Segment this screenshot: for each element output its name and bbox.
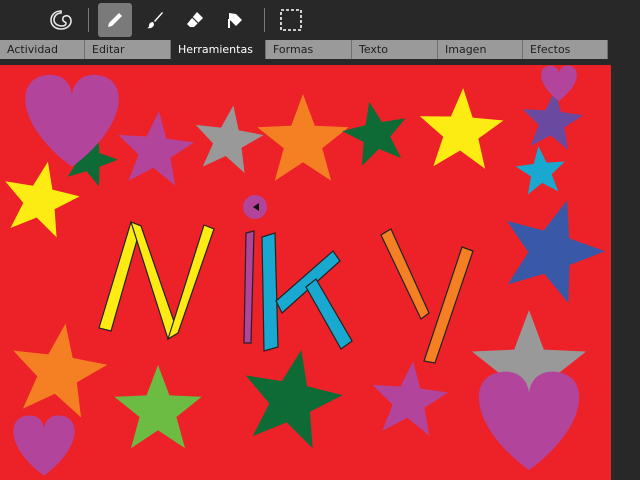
- select-tool-button[interactable]: [274, 3, 308, 37]
- toolbar: [0, 0, 640, 40]
- canvas-area: [0, 59, 640, 480]
- select-icon: [280, 9, 302, 31]
- heart-shape: [541, 65, 577, 101]
- star-shape: [257, 94, 349, 181]
- toolbar-separator: [88, 8, 89, 32]
- brush-tool-button[interactable]: [138, 3, 172, 37]
- letter-n-stroke: [130, 220, 179, 340]
- brush-icon: [147, 12, 163, 29]
- star-shape: [13, 323, 108, 418]
- tab-texto[interactable]: Texto: [352, 40, 438, 59]
- letter-i-stroke: [243, 230, 255, 344]
- star-shape: [342, 101, 406, 166]
- heart-shape: [25, 74, 119, 167]
- star-shape: [419, 88, 504, 169]
- activity-icon: [50, 10, 72, 30]
- star-shape: [515, 146, 565, 195]
- letter-y-stroke: [380, 228, 430, 320]
- letter-n-stroke: [98, 221, 142, 332]
- tab-herramientas[interactable]: Herramientas: [171, 40, 266, 59]
- activity-button[interactable]: [44, 3, 78, 37]
- letter-n-stroke: [166, 224, 215, 341]
- toolbar-separator: [264, 8, 265, 32]
- tab-efectos[interactable]: Efectos: [523, 40, 608, 59]
- drawing-canvas[interactable]: [0, 65, 611, 480]
- star-shape: [522, 90, 584, 150]
- bucket-icon: [228, 13, 242, 28]
- letter-k-stroke: [305, 278, 353, 350]
- drawing: [5, 65, 605, 476]
- letter-k-stroke: [261, 232, 279, 352]
- eraser-icon: [187, 12, 203, 27]
- star-shape: [118, 111, 195, 186]
- bucket-tool-button[interactable]: [218, 3, 252, 37]
- letter-y-stroke: [423, 246, 474, 364]
- star-shape: [506, 200, 605, 304]
- eraser-tool-button[interactable]: [178, 3, 212, 37]
- tab-editar[interactable]: Editar: [85, 40, 171, 59]
- star-shape: [245, 350, 343, 449]
- tab-actividad[interactable]: Actividad: [0, 40, 85, 59]
- star-shape: [195, 105, 264, 173]
- star-shape: [372, 361, 449, 436]
- tab-imagen[interactable]: Imagen: [438, 40, 523, 59]
- tab-bar: Actividad Editar Herramientas Formas Tex…: [0, 40, 640, 59]
- tab-formas[interactable]: Formas: [266, 40, 352, 59]
- star-shape: [5, 161, 80, 238]
- heart-shape: [13, 415, 75, 476]
- star-shape: [114, 365, 202, 449]
- pencil-icon: [108, 13, 122, 27]
- pencil-tool-button[interactable]: [98, 3, 132, 37]
